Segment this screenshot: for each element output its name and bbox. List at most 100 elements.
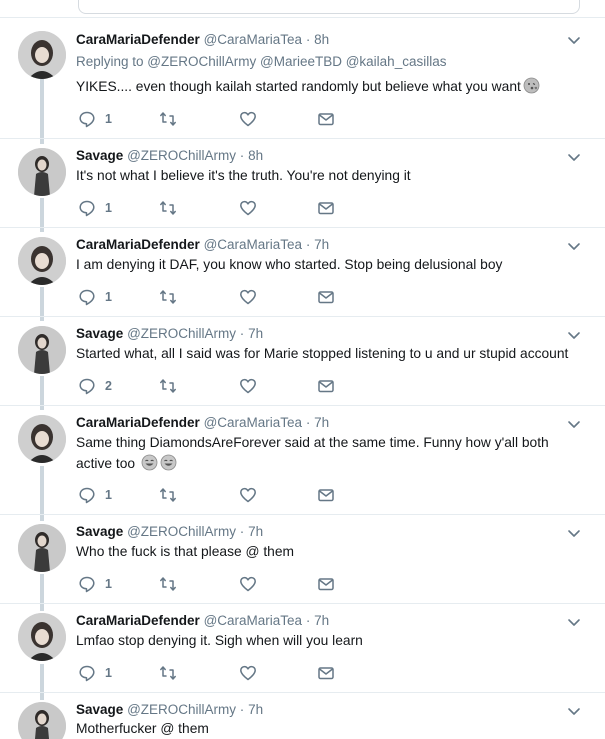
tweet-text-line: Same thing DiamondsAreForever said at th… [76, 435, 549, 450]
envelope-icon [317, 575, 335, 593]
display-name[interactable]: Savage [76, 702, 123, 717]
display-name[interactable]: CaraMariaDefender [76, 415, 200, 430]
tweet-text: It's not what I believe it's the truth. … [76, 168, 411, 183]
user-handle[interactable]: @ZEROChillArmy [127, 148, 236, 163]
tweet-time[interactable]: 8h [248, 148, 263, 163]
chevron-down-icon[interactable] [566, 525, 582, 541]
tweet-time[interactable]: 8h [314, 32, 329, 47]
message-button[interactable] [317, 198, 335, 218]
reply-icon [78, 575, 96, 593]
tweet-time[interactable]: 7h [248, 524, 263, 539]
avatar[interactable] [18, 524, 66, 572]
tweet-header: CaraMariaDefender @CaraMariaTea · 7h [76, 414, 329, 431]
tweet-header: Savage @ZEROChillArmy · 7h [76, 523, 263, 540]
tweet-time[interactable]: 7h [314, 237, 329, 252]
message-button[interactable] [317, 287, 335, 307]
message-button[interactable] [317, 574, 335, 594]
tweet-divider [0, 603, 605, 604]
message-button[interactable] [317, 109, 335, 129]
chevron-down-icon[interactable] [566, 614, 582, 630]
separator-dot: · [239, 524, 245, 539]
display-name[interactable]: CaraMariaDefender [76, 613, 200, 628]
like-button[interactable] [239, 574, 257, 594]
reply-button[interactable]: 1 [78, 485, 112, 505]
avatar[interactable] [18, 613, 66, 661]
tweet-divider [0, 692, 605, 693]
message-button[interactable] [317, 485, 335, 505]
replying-to[interactable]: Replying to @ZEROChillArmy @MarieeTBD @k… [76, 54, 446, 69]
avatar[interactable] [18, 326, 66, 374]
like-button[interactable] [239, 663, 257, 683]
avatar[interactable] [18, 31, 66, 79]
user-handle[interactable]: @CaraMariaTea [204, 237, 303, 252]
heart-icon [239, 377, 257, 395]
retweet-icon [159, 664, 177, 682]
chevron-down-icon[interactable] [566, 327, 582, 343]
retweet-button[interactable] [159, 287, 177, 307]
envelope-icon [317, 486, 335, 504]
chevron-down-icon[interactable] [566, 416, 582, 432]
tweet-text-line: active too [76, 453, 576, 474]
avatar[interactable] [18, 148, 66, 196]
tweet-text: Motherfucker @ them [76, 721, 209, 736]
retweet-button[interactable] [159, 109, 177, 129]
reply-button[interactable]: 1 [78, 287, 112, 307]
chevron-down-icon[interactable] [566, 149, 582, 165]
chevron-down-icon[interactable] [566, 32, 582, 48]
reply-button[interactable]: 2 [78, 376, 112, 396]
envelope-icon [317, 110, 335, 128]
retweet-icon [159, 486, 177, 504]
user-handle[interactable]: @CaraMariaTea [204, 613, 303, 628]
tweet-time[interactable]: 7h [248, 326, 263, 341]
display-name[interactable]: Savage [76, 148, 123, 163]
display-name[interactable]: CaraMariaDefender [76, 237, 200, 252]
like-button[interactable] [239, 287, 257, 307]
reply-button[interactable]: 1 [78, 663, 112, 683]
display-name[interactable]: Savage [76, 326, 123, 341]
retweet-button[interactable] [159, 663, 177, 683]
avatar[interactable] [18, 702, 66, 739]
tweet-time[interactable]: 7h [248, 702, 263, 717]
separator-dot: · [239, 702, 245, 717]
display-name[interactable]: Savage [76, 524, 123, 539]
tears-of-joy-emoji [160, 454, 177, 471]
user-handle[interactable]: @ZEROChillArmy [127, 524, 236, 539]
like-button[interactable] [239, 376, 257, 396]
separator-dot: · [305, 415, 311, 430]
user-handle[interactable]: @ZEROChillArmy [127, 702, 236, 717]
reply-button[interactable]: 1 [78, 574, 112, 594]
tweet-time[interactable]: 7h [314, 613, 329, 628]
message-button[interactable] [317, 663, 335, 683]
user-handle[interactable]: @CaraMariaTea [204, 32, 303, 47]
reply-icon [78, 664, 96, 682]
user-handle[interactable]: @CaraMariaTea [204, 415, 303, 430]
user-handle[interactable]: @ZEROChillArmy [127, 326, 236, 341]
tweet-text: YIKES.... even though kailah started ran… [76, 76, 576, 97]
chevron-down-icon[interactable] [566, 238, 582, 254]
like-button[interactable] [239, 485, 257, 505]
retweet-button[interactable] [159, 198, 177, 218]
message-button[interactable] [317, 376, 335, 396]
tweet-text: Started what, all I said was for Marie s… [76, 346, 569, 361]
avatar[interactable] [18, 237, 66, 285]
display-name[interactable]: CaraMariaDefender [76, 32, 200, 47]
envelope-icon [317, 199, 335, 217]
thread-line [40, 574, 44, 611]
retweet-button[interactable] [159, 376, 177, 396]
retweet-button[interactable] [159, 485, 177, 505]
reply-composer[interactable] [78, 0, 580, 14]
tweet-divider [0, 514, 605, 515]
like-button[interactable] [239, 198, 257, 218]
like-button[interactable] [239, 109, 257, 129]
chevron-down-icon[interactable] [566, 703, 582, 719]
heart-icon [239, 199, 257, 217]
tweet-time[interactable]: 7h [314, 415, 329, 430]
avatar[interactable] [18, 415, 66, 463]
heart-icon [239, 486, 257, 504]
reply-button[interactable]: 1 [78, 198, 112, 218]
reply-button[interactable]: 1 [78, 109, 112, 129]
retweet-button[interactable] [159, 574, 177, 594]
tweet-text: Who the fuck is that please @ them [76, 544, 294, 559]
reply-count: 1 [105, 112, 112, 126]
tweet-header: CaraMariaDefender @CaraMariaTea · 7h [76, 236, 329, 253]
